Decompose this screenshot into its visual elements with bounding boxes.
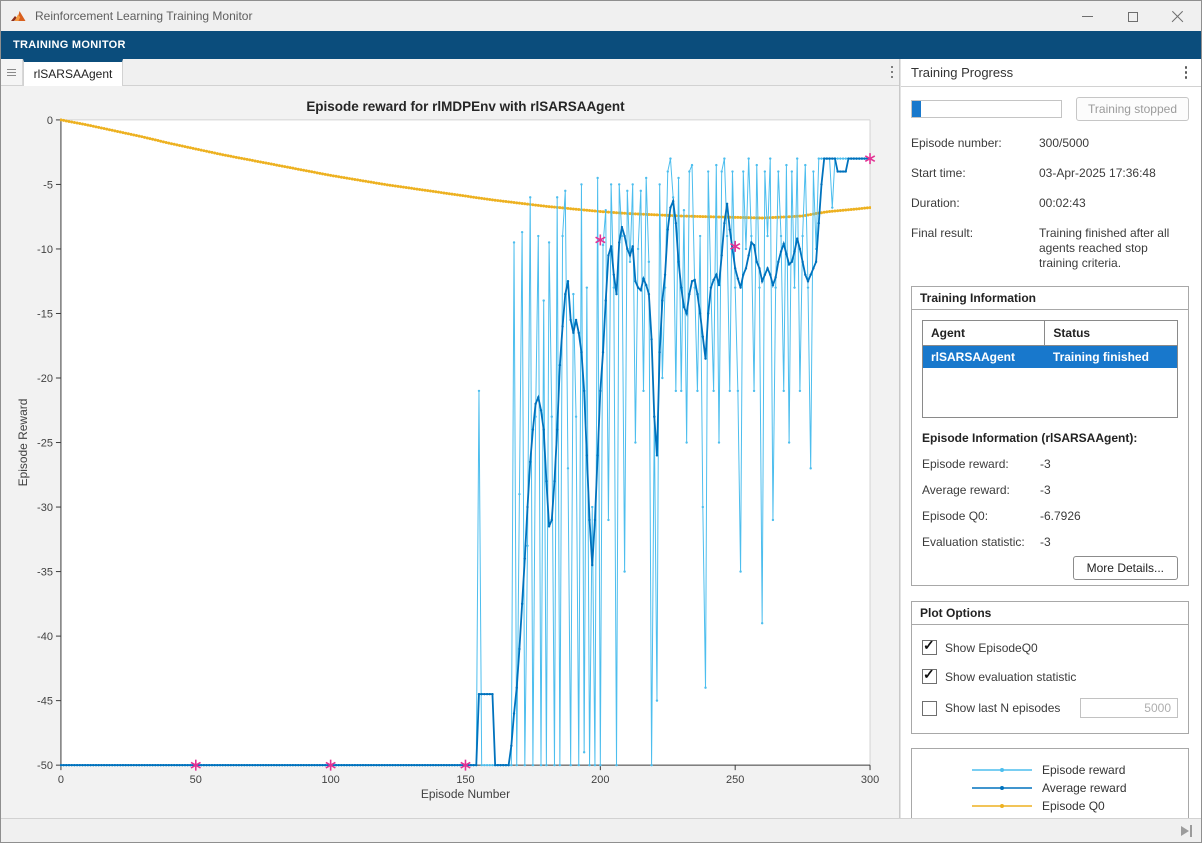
show-evaluation-statistic-label: Show evaluation statistic [945,670,1076,684]
close-button[interactable] [1155,2,1200,31]
plot-options-group: Plot Options Show EpisodeQ0 Show evaluat… [911,601,1189,734]
svg-text:Episode Reward: Episode Reward [16,399,30,487]
average-reward-value: -3 [1040,483,1051,497]
svg-text:-15: -15 [37,308,53,320]
average-reward-label: Average reward: [922,483,1040,497]
training-plot[interactable]: 0 50 100 150 200 250 300 0 -5 -10 -15 -20 -25 -30 -35 -… [3,86,897,819]
episode-reward-label: Episode reward: [922,457,1040,471]
minimize-icon [1082,16,1093,17]
legend-line-icon [970,780,1034,796]
training-stopped-button[interactable]: Training stopped [1076,97,1189,121]
svg-text:-40: -40 [37,631,53,643]
training-progress-panel: Training Progress Training stopped Episo… [900,59,1201,819]
show-evaluation-statistic-checkbox[interactable] [922,669,937,684]
more-details-button[interactable]: More Details... [1073,556,1178,580]
evaluation-statistic-label: Evaluation statistic: [922,535,1040,549]
legend-label: Episode reward [1042,763,1125,777]
figure-pane: rlSARSAAgent 0 50 100 150 200 250 300 0 -5 -10 -15… [1,59,900,819]
legend-label: Episode Q0 [1042,799,1105,813]
svg-text:100: 100 [321,774,339,786]
svg-text:-30: -30 [37,502,53,514]
app-window: Reinforcement Learning Training Monitor … [0,0,1202,843]
maximize-icon [1128,12,1138,22]
show-last-n-episodes-checkbox[interactable] [922,701,937,716]
legend-line-icon [970,762,1034,778]
status-bar [1,818,1201,842]
svg-text:200: 200 [591,774,609,786]
document-tab-strip: rlSARSAAgent [1,59,899,86]
panel-menu-icon[interactable] [1179,62,1194,83]
status-cell: Training finished [1045,346,1177,369]
tab-label: rlSARSAAgent [34,67,113,81]
table-row-rlsarsaagent[interactable]: rlSARSAAgent Training finished [923,346,1177,369]
legend-item: Average reward [918,780,1182,796]
episode-number-value: 300/5000 [1039,136,1189,151]
episode-number-label: Episode number: [911,136,1039,151]
column-header-status: Status [1045,321,1177,346]
svg-text:-50: -50 [37,760,53,772]
ribbon-tab-label: TRAINING MONITOR [13,39,126,51]
svg-text:-35: -35 [37,567,53,579]
svg-text:Episode reward for rlMDPEnv wi: Episode reward for rlMDPEnv with rlSARSA… [306,99,625,114]
show-last-n-episodes-label: Show last N episodes [945,701,1060,715]
svg-text:50: 50 [190,774,202,786]
title-bar: Reinforcement Learning Training Monitor [1,1,1201,31]
duration-value: 00:02:43 [1039,196,1189,211]
column-header-agent: Agent [923,321,1045,346]
panel-title: Training Progress [911,65,1013,80]
progress-bar-fill [912,101,921,117]
episode-q0-label: Episode Q0: [922,509,1040,523]
tab-strip-menu-icon[interactable] [885,62,900,83]
document-list-button[interactable] [1,59,23,85]
final-result-value: Training finished after all agents reach… [1039,226,1189,271]
training-information-title: Training Information [912,287,1188,310]
ribbon-tab-training-monitor[interactable]: TRAINING MONITOR [1,31,1201,59]
training-information-group: Training Information Agent Status [911,286,1189,586]
show-episodeq0-checkbox[interactable] [922,640,937,655]
agents-table: Agent Status rlSARSAAgent Training finis… [922,320,1178,418]
svg-text:Episode Number: Episode Number [421,787,510,801]
minimize-button[interactable] [1065,2,1110,31]
tab-rlsarsaagent[interactable]: rlSARSAAgent [23,59,123,86]
svg-text:-20: -20 [37,373,53,385]
close-icon [1171,10,1184,23]
svg-text:0: 0 [58,774,64,786]
legend-item: Episode reward [918,762,1182,778]
evaluation-statistic-value: -3 [1040,535,1051,549]
final-result-label: Final result: [911,226,1039,271]
maximize-button[interactable] [1110,2,1155,31]
show-episodeq0-label: Show EpisodeQ0 [945,641,1038,655]
episode-q0-value: -6.7926 [1040,509,1081,523]
legend-item: Episode Q0 [918,798,1182,814]
expand-statusbar-icon[interactable] [1181,825,1192,837]
svg-text:-10: -10 [37,244,53,256]
start-time-value: 03-Apr-2025 17:36:48 [1039,166,1189,181]
agent-cell: rlSARSAAgent [923,346,1045,369]
svg-text:-25: -25 [37,438,53,450]
svg-text:150: 150 [456,774,474,786]
legend-line-icon [970,798,1034,814]
episode-reward-value: -3 [1040,457,1051,471]
plot-options-title: Plot Options [912,602,1188,625]
n-episodes-input[interactable] [1080,698,1178,718]
start-time-label: Start time: [911,166,1039,181]
matlab-logo-icon [10,9,27,24]
svg-text:-5: -5 [43,179,53,191]
svg-text:0: 0 [47,115,53,127]
svg-text:300: 300 [861,774,879,786]
chart-legend: Episode rewardAverage rewardEpisode Q0Ev… [911,748,1189,819]
training-progress-bar [911,100,1062,118]
svg-text:250: 250 [726,774,744,786]
episode-information-title: Episode Information (rlSARSAAgent): [922,431,1178,445]
episode-reward-chart: 0 50 100 150 200 250 300 0 -5 -10 -15 -20 -25 -30 -35 -… [3,86,897,819]
svg-text:-45: -45 [37,696,53,708]
legend-label: Average reward [1042,781,1127,795]
duration-label: Duration: [911,196,1039,211]
window-title: Reinforcement Learning Training Monitor [35,9,252,23]
